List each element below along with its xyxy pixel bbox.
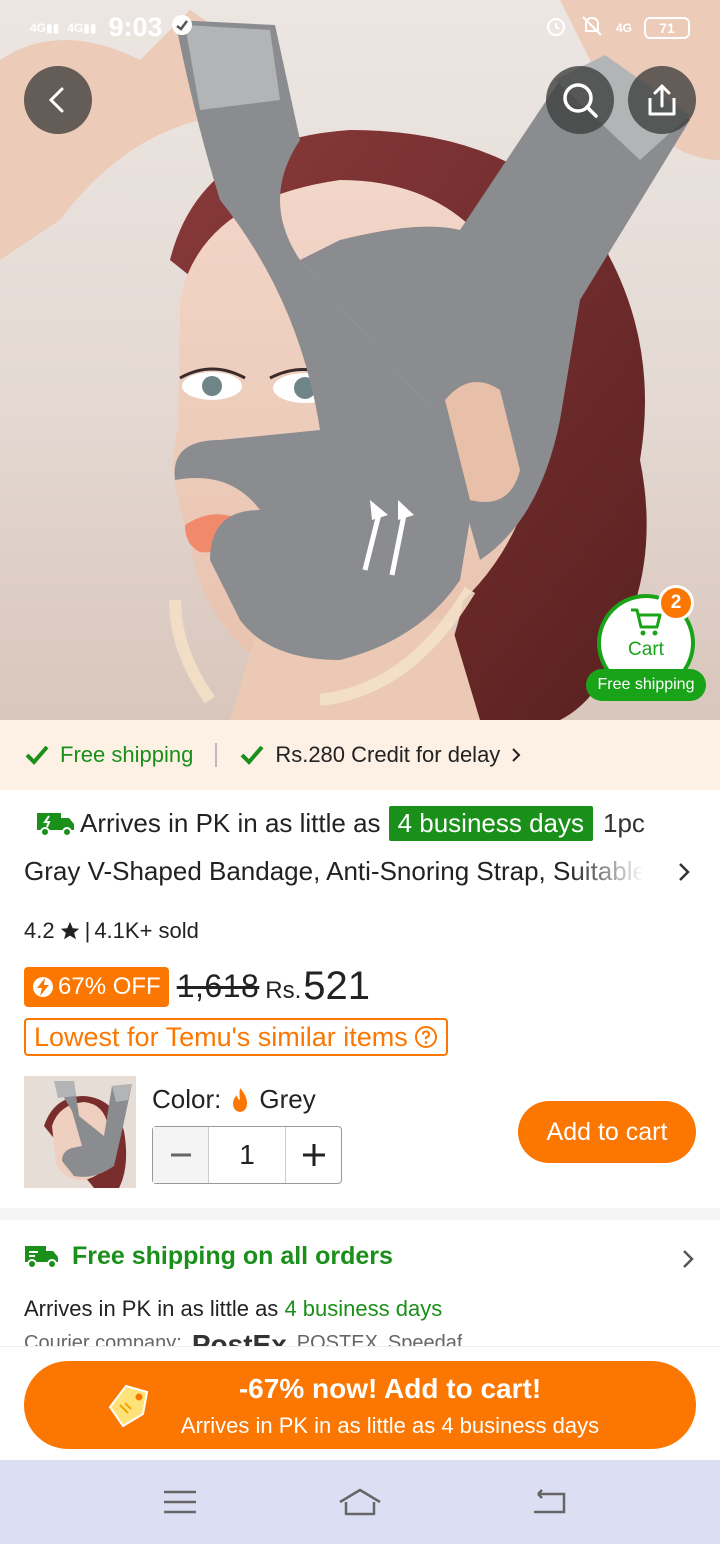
shipping-arrival-text: Arrives in PK in as little as 4 business… [24,1296,442,1322]
sale-price: 521 [303,964,371,1008]
color-selector[interactable]: Color: Grey [152,1084,316,1115]
quantity-value[interactable]: 1 [209,1127,285,1183]
currency-symbol: Rs. [265,976,302,1004]
rating-row[interactable]: 4.2 | 4.1K+ sold [24,918,199,944]
courier-label: Courier company: [24,1332,182,1346]
flame-icon [233,1087,248,1112]
share-button[interactable] [628,66,696,134]
rating-value: 4.2 [24,918,55,943]
price-row: 67% OFF 1,618 Rs. 521 [24,964,370,1009]
minus-icon [170,1153,191,1157]
variant-thumbnail[interactable] [24,1076,136,1188]
free-shipping-perk: Free shipping [24,742,193,768]
quantity-stepper[interactable]: 1 [152,1126,342,1184]
shipping-arrival-days: 4 business days [284,1296,443,1321]
color-label: Color: [152,1084,222,1114]
app-status-icon [171,12,193,43]
help-icon [414,1026,437,1048]
home-icon[interactable] [336,1486,384,1518]
credit-text: Rs.280 Credit for delay [275,742,501,767]
discount-text: 67% OFF [58,972,161,1000]
shipping-arrival-prefix: Arrives in PK in as little as [24,1296,279,1321]
mute-icon [580,14,604,41]
star-icon [60,921,79,940]
chevron-right-icon[interactable] [676,860,692,884]
decrease-button[interactable] [153,1127,209,1183]
lowest-price-badge[interactable]: Lowest for Temu's similar items [24,1018,448,1056]
cart-count-badge: 2 [658,585,694,621]
increase-button[interactable] [285,1127,341,1183]
bottom-action-bar: -67% now! Add to cart! Arrives in PK in … [0,1346,720,1460]
back-nav-icon[interactable] [530,1486,568,1518]
free-shipping-text: Free shipping [60,742,194,767]
chevron-right-icon [512,748,521,762]
lowest-price-text: Lowest for Temu's similar items [34,1021,408,1052]
courier-row: Courier company: PostEx POSTEX Speedaf [24,1332,462,1346]
sold-count: 4.1K+ sold [94,918,199,943]
network-icon: 4G [615,20,632,35]
chevron-left-icon [48,87,64,113]
lightning-icon [33,976,53,997]
courier-name-speedaf: Speedaf [387,1332,463,1346]
discount-badge: 67% OFF [24,966,169,1007]
courier-name-postex: POSTEX [296,1332,378,1346]
search-button[interactable] [546,66,614,134]
status-bar: 4G▮▮ 4G▮▮ 9:03 4G 71 [0,0,720,56]
add-to-cart-button[interactable]: Add to cart [518,1101,696,1163]
battery-icon: 71 [644,16,690,39]
free-shipping-pill: Free shipping [586,669,706,701]
menu-icon[interactable] [162,1486,198,1518]
color-value: Grey [259,1084,316,1114]
check-icon [240,745,264,765]
arrival-banner: Arrives in PK in as little as 4 business… [36,806,645,841]
check-icon [25,745,49,765]
credit-perk[interactable]: Rs.280 Credit for delay [239,742,522,768]
section-divider [0,1208,720,1220]
perks-strip[interactable]: Free shipping Rs.280 Credit for delay [0,720,720,790]
product-image[interactable]: 4G▮▮ 4G▮▮ 9:03 4G 71 Cart 2 Free shippin… [0,0,720,720]
search-icon [563,83,598,118]
shipping-title: Free shipping on all orders [72,1242,393,1270]
alarm-icon [544,14,568,41]
thumbnail-image [24,1076,136,1188]
courier-logo-postex: PostEx [192,1332,287,1346]
divider [215,743,218,767]
cta-subline: Arrives in PK in as little as 4 business… [180,1413,600,1438]
pack-quantity: 1pc [603,808,645,838]
signal-icon: 4G▮▮ [67,20,97,35]
cart-label: Cart [628,639,664,660]
arrival-text: Arrives in PK in as little as [80,808,381,838]
signal-icon: 4G▮▮ [30,20,60,35]
plus-icon [302,1144,325,1166]
cta-headline: -67% now! Add to cart! [238,1373,542,1404]
product-title[interactable]: Gray V-Shaped Bandage, Anti-Snoring Stra… [24,856,644,887]
add-to-cart-cta-button[interactable]: -67% now! Add to cart! Arrives in PK in … [24,1361,696,1449]
arrival-days-highlight: 4 business days [388,806,594,841]
back-button[interactable] [24,66,92,134]
system-navigation-bar [0,1460,720,1544]
delivery-truck-icon [25,1245,58,1269]
clock: 9:03 [108,12,163,42]
share-icon [648,84,676,116]
delivery-truck-icon [37,812,74,837]
original-price: 1,618 [176,968,260,1004]
shipping-section-header[interactable]: Free shipping on all orders [24,1242,393,1271]
divider: | [84,918,91,943]
cart-icon [631,608,662,636]
chevron-right-icon[interactable] [680,1247,696,1271]
